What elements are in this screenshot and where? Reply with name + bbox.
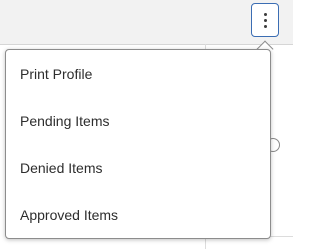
menu-item-print-profile[interactable]: Print Profile xyxy=(6,50,270,97)
menu-item-denied-items[interactable]: Denied Items xyxy=(6,144,270,191)
menu-item-pending-items[interactable]: Pending Items xyxy=(6,97,270,144)
page-header-bar xyxy=(0,0,293,45)
actions-dropdown-menu: Print Profile Pending Items Denied Items… xyxy=(5,49,271,239)
menu-item-approved-items[interactable]: Approved Items xyxy=(6,191,270,238)
more-vertical-icon xyxy=(263,12,267,28)
more-actions-button[interactable] xyxy=(251,3,279,37)
